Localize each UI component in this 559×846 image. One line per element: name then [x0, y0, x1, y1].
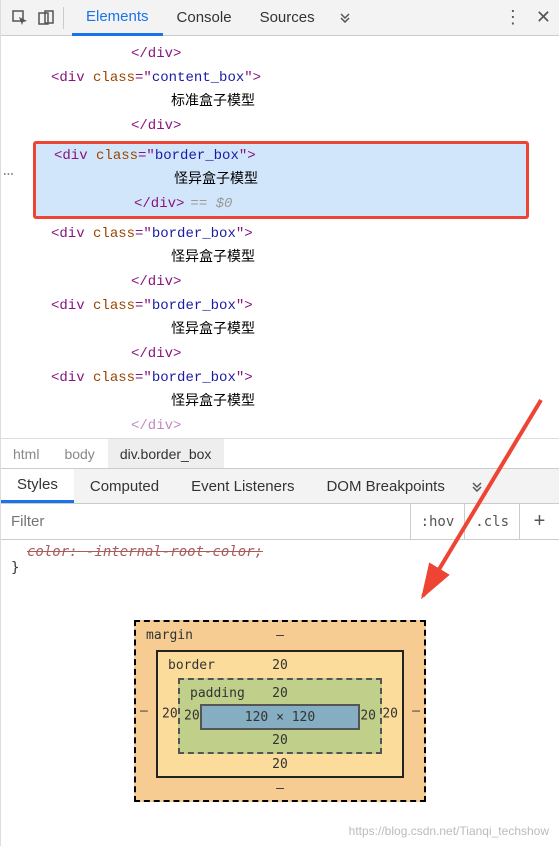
tab-styles[interactable]: Styles	[1, 469, 74, 503]
styles-pane[interactable]: color: -internal-root-color; }	[1, 540, 559, 580]
main-tabs: Elements Console Sources	[72, 0, 329, 36]
crumb-html[interactable]: html	[1, 439, 52, 468]
dom-text[interactable]: 标准盒子模型	[1, 90, 559, 114]
box-model-content[interactable]: 120 × 120	[200, 704, 360, 730]
crumb-selected[interactable]: div.border_box	[108, 439, 225, 468]
margin-label: margin	[146, 628, 193, 643]
border-bottom-val[interactable]: 20	[272, 757, 288, 772]
dom-close-tag[interactable]: </div>	[1, 42, 559, 66]
toolbar-separator	[63, 7, 64, 29]
box-model-padding[interactable]: padding 20 20 20 20 120 × 120	[178, 678, 382, 754]
dom-node-content[interactable]: <div class="content_box">	[1, 66, 559, 90]
filter-input[interactable]	[1, 504, 410, 539]
style-property-overridden[interactable]: color: -internal-root-color;	[27, 544, 549, 560]
dom-text[interactable]: 怪异盒子模型	[1, 246, 559, 270]
border-label: border	[168, 658, 215, 673]
box-model-margin[interactable]: margin – – – – border 20 20 20 20 paddin…	[134, 620, 426, 802]
device-toggle-icon[interactable]	[33, 5, 59, 31]
box-model-diagram[interactable]: margin – – – – border 20 20 20 20 paddin…	[134, 620, 426, 802]
overflow-dots[interactable]: …	[3, 159, 15, 183]
breadcrumb: html body div.border_box	[1, 438, 559, 468]
padding-left-val[interactable]: 20	[184, 709, 200, 724]
dom-text[interactable]: 怪异盒子模型	[1, 390, 559, 414]
border-right-val[interactable]: 20	[382, 707, 398, 722]
tab-dom-breakpoints[interactable]: DOM Breakpoints	[310, 469, 460, 503]
border-left-val[interactable]: 20	[162, 707, 178, 722]
more-tabs-icon[interactable]	[339, 10, 351, 26]
margin-left-val[interactable]: –	[140, 704, 148, 719]
margin-top-val[interactable]: –	[276, 628, 284, 643]
dom-close-tag[interactable]: </div>	[1, 270, 559, 294]
tab-console[interactable]: Console	[163, 0, 246, 36]
cls-toggle[interactable]: .cls	[464, 504, 519, 539]
filter-bar: :hov .cls +	[1, 504, 559, 540]
dom-close-tag[interactable]: </div>	[1, 342, 559, 366]
dom-tree[interactable]: … </div> <div class="content_box"> 标准盒子模…	[1, 36, 559, 438]
tab-event-listeners[interactable]: Event Listeners	[175, 469, 310, 503]
inspect-icon[interactable]	[7, 5, 33, 31]
dom-selected-node[interactable]: <div class="border_box"> 怪异盒子模型 </div>==…	[33, 141, 529, 219]
style-rule-close: }	[11, 560, 549, 576]
tab-computed[interactable]: Computed	[74, 469, 175, 503]
border-top-val[interactable]: 20	[272, 658, 288, 673]
box-model-border[interactable]: border 20 20 20 20 padding 20 20 20 20 1…	[156, 650, 404, 778]
dom-close-tag[interactable]: </div>	[1, 114, 559, 138]
tab-sources[interactable]: Sources	[246, 0, 329, 36]
watermark: https://blog.csdn.net/Tianqi_techshow	[349, 824, 549, 838]
dom-text[interactable]: 怪异盒子模型	[1, 318, 559, 342]
devtools-toolbar: Elements Console Sources ⋮ ✕	[1, 0, 559, 36]
margin-right-val[interactable]: –	[412, 704, 420, 719]
new-style-rule-icon[interactable]: +	[519, 504, 559, 539]
close-icon[interactable]: ✕	[536, 7, 551, 28]
dom-node-border[interactable]: <div class="border_box">	[1, 222, 559, 246]
dom-close-tag[interactable]: </div>	[1, 414, 559, 438]
kebab-menu-icon[interactable]: ⋮	[504, 7, 522, 28]
dom-node-border[interactable]: <div class="border_box">	[1, 366, 559, 390]
dom-node-border[interactable]: <div class="border_box">	[1, 294, 559, 318]
padding-bottom-val[interactable]: 20	[272, 733, 288, 748]
hov-toggle[interactable]: :hov	[410, 504, 465, 539]
padding-right-val[interactable]: 20	[360, 709, 376, 724]
more-lower-tabs-icon[interactable]	[461, 469, 493, 503]
padding-label: padding	[190, 686, 245, 701]
margin-bottom-val[interactable]: –	[276, 781, 284, 796]
tab-elements[interactable]: Elements	[72, 0, 163, 36]
padding-top-val[interactable]: 20	[272, 686, 288, 701]
crumb-body[interactable]: body	[52, 439, 107, 468]
styles-tabs: Styles Computed Event Listeners DOM Brea…	[1, 468, 559, 504]
